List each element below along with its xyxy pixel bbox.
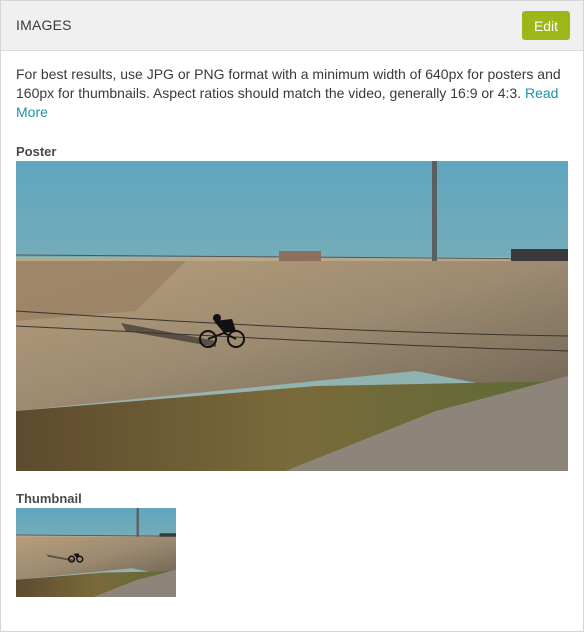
description-text: For best results, use JPG or PNG format … (16, 65, 571, 122)
description-body: For best results, use JPG or PNG format … (16, 66, 561, 101)
thumbnail-label: Thumbnail (16, 491, 82, 506)
images-panel: IMAGES Edit For best results, use JPG or… (0, 0, 584, 632)
panel-title: IMAGES (16, 17, 72, 33)
thumbnail-image[interactable] (16, 508, 176, 597)
panel-header: IMAGES Edit (1, 1, 583, 51)
poster-label: Poster (16, 144, 57, 159)
poster-image[interactable] (16, 161, 568, 471)
edit-button[interactable]: Edit (522, 11, 570, 40)
